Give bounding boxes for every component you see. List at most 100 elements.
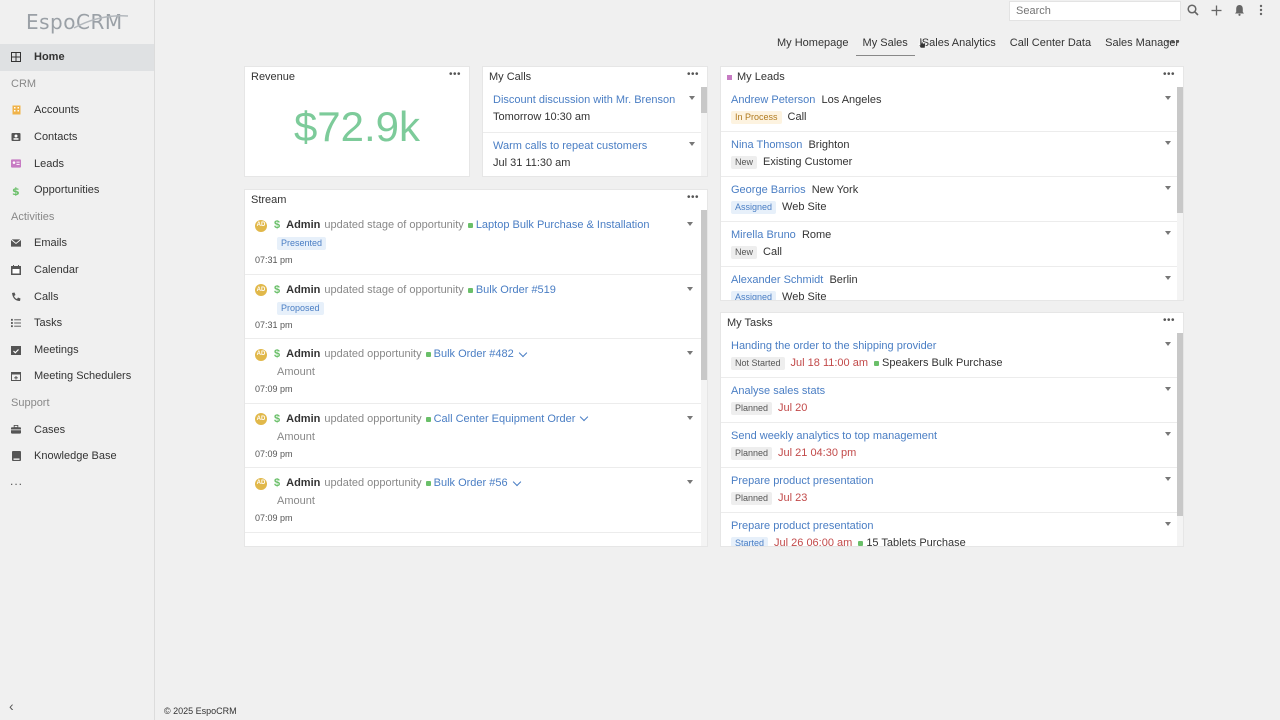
scrollbar[interactable] [701, 210, 707, 546]
expand-chevron-icon[interactable] [580, 413, 589, 422]
list-item: Andrew Peterson Los Angeles In Process Cal… [721, 87, 1183, 132]
row-menu-caret-icon[interactable] [687, 480, 693, 485]
sidebar-item-cases[interactable]: Cases [0, 416, 154, 443]
lead-city: Berlin [829, 274, 858, 286]
calendar-check-icon [11, 345, 21, 355]
dashlet-menu-button[interactable]: ••• [449, 69, 461, 80]
lead-name-link[interactable]: Alexander Schmidt [731, 274, 823, 286]
task-name-link[interactable]: Send weekly analytics to top management [731, 430, 937, 442]
opportunity-link[interactable]: Bulk Order #482 [434, 347, 514, 362]
dollar-icon: $ [11, 185, 21, 196]
plus-icon[interactable] [1209, 3, 1223, 17]
avatar[interactable]: AD [255, 413, 267, 426]
row-menu-caret-icon[interactable] [1165, 477, 1171, 481]
lead-name-link[interactable]: Andrew Peterson [731, 94, 815, 106]
stream-user[interactable]: Admin [286, 412, 320, 427]
copyright-footer: © 2025 EspoCRM [164, 706, 237, 716]
task-name-link[interactable]: Prepare product presentation [731, 475, 873, 487]
sidebar-item-leads[interactable]: Leads [0, 150, 154, 177]
row-menu-caret-icon[interactable] [689, 142, 695, 146]
row-menu-caret-icon[interactable] [687, 351, 693, 356]
lead-name-link[interactable]: George Barrios [731, 184, 806, 196]
opportunity-link[interactable]: Call Center Equipment Order [434, 412, 576, 427]
search-input[interactable] [1009, 1, 1181, 21]
row-menu-caret-icon[interactable] [1165, 522, 1171, 526]
sidebar: EspoCRM Home CRM Accounts Contacts Leads $ Opp… [0, 0, 155, 720]
sidebar-item-emails[interactable]: Emails [0, 230, 154, 257]
tab-my-sales[interactable]: My Sales [855, 34, 915, 56]
logo[interactable]: EspoCRM [0, 0, 154, 44]
opportunity-link[interactable]: Laptop Bulk Purchase & Installation [476, 218, 650, 233]
sidebar-item-accounts[interactable]: Accounts [0, 97, 154, 124]
row-menu-caret-icon[interactable] [687, 286, 693, 291]
scrollbar[interactable] [701, 87, 707, 176]
dashlet-menu-button[interactable]: ••• [687, 69, 699, 80]
dashlet-menu-button[interactable]: ••• [687, 192, 699, 203]
row-menu-caret-icon[interactable] [1165, 276, 1171, 280]
sidebar-item-calendar[interactable]: Calendar [0, 257, 154, 284]
task-name-link[interactable]: Analyse sales stats [731, 385, 825, 397]
avatar[interactable]: AD [255, 219, 267, 232]
avatar[interactable]: AD [255, 477, 267, 490]
call-link[interactable]: Discount discussion with Mr. Brenson [493, 94, 675, 106]
call-link[interactable]: Warm calls to repeat customers [493, 140, 647, 152]
row-menu-caret-icon[interactable] [1165, 387, 1171, 391]
task-name-link[interactable]: Handing the order to the shipping provid… [731, 340, 936, 352]
nav-more-button[interactable]: ... [0, 470, 154, 492]
stream-user[interactable]: Admin [286, 283, 320, 298]
opportunity-link[interactable]: Bulk Order #56 [434, 476, 508, 491]
status-badge: Planned [731, 446, 773, 460]
expand-chevron-icon[interactable] [518, 348, 527, 357]
sidebar-item-knowledge-base[interactable]: Knowledge Base [0, 443, 154, 470]
status-badge: Not Started [731, 356, 785, 370]
sidebar-item-home[interactable]: Home [0, 44, 154, 71]
row-menu-caret-icon[interactable] [689, 96, 695, 100]
row-menu-caret-icon[interactable] [1165, 231, 1171, 235]
sidebar-item-opportunities[interactable]: $ Opportunities [0, 177, 154, 204]
expand-chevron-icon[interactable] [512, 477, 521, 487]
logo-swoosh-icon [73, 15, 129, 29]
scrollbar[interactable] [1177, 87, 1183, 300]
task-due-date: Jul 20 [778, 402, 808, 414]
opportunity-link[interactable]: Bulk Order #519 [476, 283, 556, 298]
sidebar-item-meetings[interactable]: Meetings [0, 337, 154, 364]
collapse-sidebar-icon[interactable]: ‹ [9, 698, 14, 714]
lead-name-link[interactable]: Nina Thomson [731, 139, 802, 151]
row-menu-caret-icon[interactable] [1165, 96, 1171, 100]
task-parent[interactable]: Speakers Bulk Purchase [874, 355, 1002, 371]
scrollbar[interactable] [1177, 333, 1183, 546]
avatar[interactable]: AD [255, 284, 267, 297]
changed-field: Amount [277, 366, 315, 379]
call-datetime: Tomorrow 10:30 am [493, 111, 591, 123]
tab-my-homepage[interactable]: My Homepage [770, 34, 856, 56]
sidebar-item-tasks[interactable]: Tasks [0, 310, 154, 337]
tab-sales-analytics[interactable]: Sales Analytics [915, 34, 1003, 56]
row-menu-caret-icon[interactable] [1165, 186, 1171, 190]
sidebar-item-calls[interactable]: Calls [0, 283, 154, 310]
stage-badge: Proposed [277, 301, 324, 315]
search-icon[interactable] [1186, 3, 1200, 17]
tab-call-center-data[interactable]: Call Center Data [1003, 34, 1098, 56]
task-parent[interactable]: 15 Tablets Purchase [858, 535, 966, 546]
phone-icon [11, 292, 21, 302]
vertical-menu-icon[interactable] [1254, 3, 1268, 17]
stream-user[interactable]: Admin [286, 476, 320, 491]
sidebar-item-meeting-schedulers[interactable]: Meeting Schedulers [0, 363, 154, 390]
dashlet-menu-button[interactable]: ••• [1163, 315, 1175, 326]
stream-user[interactable]: Admin [286, 218, 320, 233]
row-menu-caret-icon[interactable] [687, 415, 693, 420]
avatar[interactable]: AD [255, 348, 267, 361]
row-menu-caret-icon[interactable] [687, 222, 693, 226]
lead-name-link[interactable]: Mirella Bruno [731, 229, 796, 241]
bell-icon[interactable] [1232, 3, 1246, 17]
tabs-more-button[interactable]: ••• [1166, 36, 1181, 48]
sidebar-item-contacts[interactable]: Contacts [0, 124, 154, 151]
building-icon [11, 105, 21, 115]
row-menu-caret-icon[interactable] [1165, 342, 1171, 346]
list-item: Warm calls to repeat customers Jul 31 11:… [483, 133, 707, 176]
dashlet-menu-button[interactable]: ••• [1163, 69, 1175, 80]
row-menu-caret-icon[interactable] [1165, 432, 1171, 436]
row-menu-caret-icon[interactable] [1165, 141, 1171, 145]
stream-user[interactable]: Admin [286, 347, 320, 362]
task-name-link[interactable]: Prepare product presentation [731, 520, 873, 532]
